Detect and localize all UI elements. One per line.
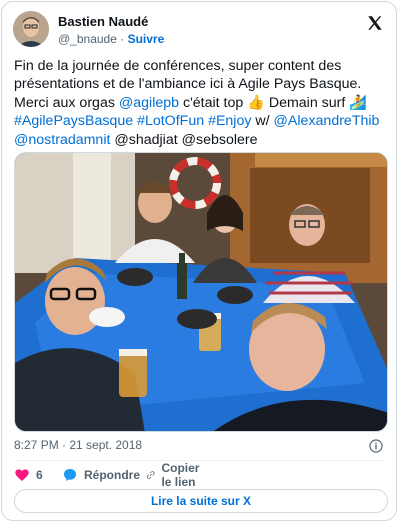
author-block: Bastien Naudé @_bnaude · Suivre: [58, 14, 164, 47]
like-button[interactable]: 6: [14, 466, 43, 484]
like-count: 6: [36, 468, 43, 482]
tweet-header: Bastien Naudé @_bnaude · Suivre: [13, 11, 386, 51]
author-handle-row: @_bnaude · Suivre: [58, 31, 164, 47]
reply-bubble-icon: [64, 469, 76, 481]
thumbs-up-emoji: 👍: [247, 94, 265, 111]
tweet-line-3a: Merci aux orgas: [14, 94, 119, 111]
tweet-line-2: présentations et de l'ambiance ici à Agi…: [14, 76, 362, 93]
tweet-meta: 8:27 PM · 21 sept. 2018: [14, 438, 384, 456]
tweet-line-3b: c'était top: [179, 94, 248, 111]
author-display-name[interactable]: Bastien Naudé: [58, 14, 164, 30]
tweet-photo[interactable]: [14, 152, 388, 432]
reply-label: Répondre: [84, 468, 141, 482]
hashtag-enjoy[interactable]: #Enjoy: [208, 113, 251, 129]
tweet-line-1: Fin de la journée de conférences, super …: [14, 58, 342, 74]
read-more-button[interactable]: Lire la suite sur X: [14, 489, 388, 513]
follow-button[interactable]: Suivre: [128, 32, 165, 46]
mention-alexandrethib[interactable]: @AlexandreThib: [274, 113, 380, 129]
info-icon[interactable]: [368, 438, 384, 454]
tweet-line-5-rest: @shadjiat @sebsolere: [110, 131, 258, 148]
surfer-emoji: 🏄: [349, 94, 367, 111]
tweet-text: Fin de la journée de conférences, super …: [14, 57, 392, 149]
mention-agilepb[interactable]: @agilepb: [119, 95, 179, 111]
copy-link-label: Copier le lien: [161, 461, 200, 489]
hashtag-lotoffun[interactable]: #LotOfFun: [137, 113, 204, 129]
link-icon: [146, 471, 155, 479]
reply-button[interactable]: Répondre: [62, 466, 140, 484]
hashtag-agilepaysbasque[interactable]: #AgilePaysBasque: [14, 113, 133, 129]
x-logo-icon[interactable]: [366, 14, 384, 32]
mention-nostradamnit[interactable]: @nostradamnit: [14, 132, 110, 148]
handle-separator: ·: [120, 32, 125, 46]
avatar[interactable]: [13, 11, 49, 47]
tweet-card: Bastien Naudé @_bnaude · Suivre Fin de l…: [1, 1, 397, 521]
copy-link-button[interactable]: Copier le lien: [146, 461, 206, 489]
tweet-with: w/: [251, 113, 274, 130]
author-handle[interactable]: @_bnaude: [58, 32, 117, 46]
group-photo-illustration: [15, 153, 387, 431]
heart-icon: [15, 469, 29, 481]
tweet-line-3c: Demain surf: [264, 94, 350, 111]
tweet-timestamp[interactable]: 8:27 PM · 21 sept. 2018: [14, 438, 142, 452]
